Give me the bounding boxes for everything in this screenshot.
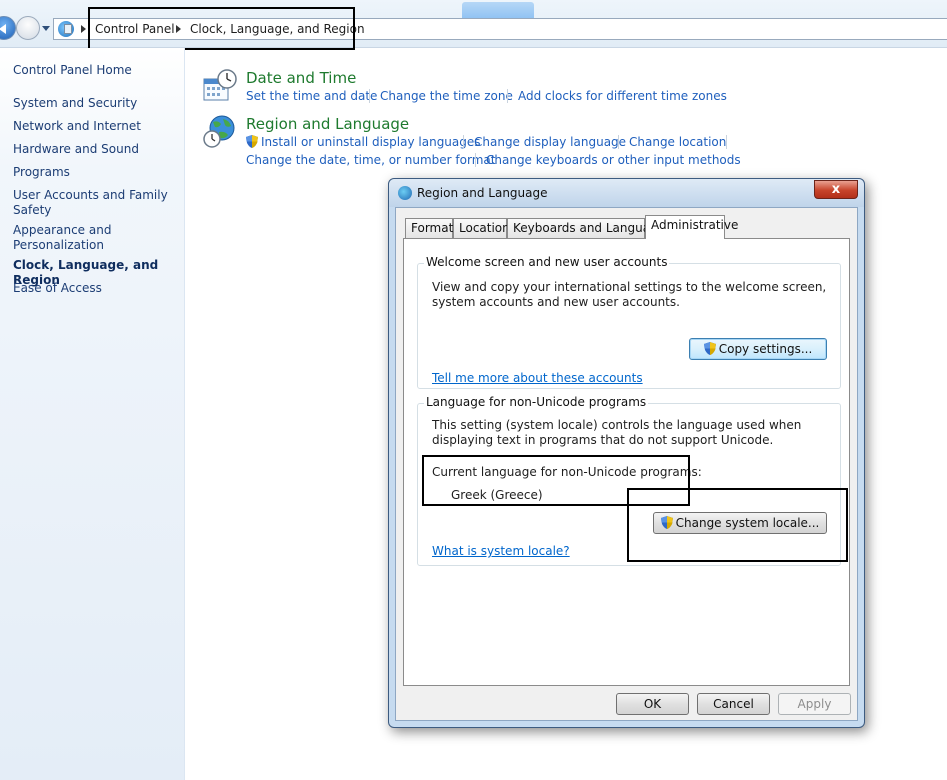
globe-icon	[398, 186, 412, 200]
breadcrumb-arrow-icon[interactable]	[81, 25, 86, 33]
date-and-time-title[interactable]: Date and Time	[246, 69, 356, 87]
link-separator	[507, 89, 508, 103]
welcome-description: View and copy your international setting…	[432, 280, 827, 309]
region-and-language-title[interactable]: Region and Language	[246, 115, 409, 133]
recent-pages-dropdown-icon[interactable]	[42, 26, 50, 31]
uac-shield-icon	[246, 135, 258, 148]
control-panel-icon	[58, 21, 74, 37]
change-keyboards-link[interactable]: Change keyboards or other input methods	[486, 153, 741, 167]
annotation-box-breadcrumb	[88, 7, 355, 50]
system-locale-description: This setting (system locale) controls th…	[432, 418, 802, 447]
link-separator	[369, 89, 370, 103]
tell-me-more-link[interactable]: Tell me more about these accounts	[432, 371, 643, 385]
calendar-clock-icon[interactable]	[203, 69, 237, 103]
welcome-screen-group: Welcome screen and new user accounts Vie…	[417, 255, 841, 389]
cancel-button[interactable]: Cancel	[697, 693, 770, 715]
change-time-zone-link[interactable]: Change the time zone	[380, 89, 513, 103]
link-separator	[618, 135, 619, 149]
non-unicode-group-label: Language for non-Unicode programs	[424, 395, 649, 409]
nav-hardware-and-sound[interactable]: Hardware and Sound	[13, 142, 178, 157]
nav-programs[interactable]: Programs	[13, 165, 178, 180]
nav-system-and-security[interactable]: System and Security	[13, 96, 178, 111]
link-separator	[726, 135, 727, 149]
nav-ease-of-access[interactable]: Ease of Access	[13, 281, 178, 296]
tab-location[interactable]: Location	[453, 218, 510, 238]
forward-button[interactable]	[16, 16, 40, 40]
tab-keyboards-and-languages[interactable]: Keyboards and Languages	[507, 218, 671, 238]
set-time-date-link[interactable]: Set the time and date	[246, 89, 377, 103]
install-display-languages-label: Install or uninstall display languages	[261, 135, 481, 149]
link-separator	[463, 135, 464, 149]
change-display-language-link[interactable]: Change display language	[474, 135, 626, 149]
nav-appearance[interactable]: Appearance and Personalization	[13, 223, 178, 253]
tab-administrative[interactable]: Administrative	[645, 215, 738, 239]
copy-settings-label: Copy settings...	[718, 342, 813, 356]
nav-user-accounts[interactable]: User Accounts and Family Safety	[13, 188, 178, 218]
uac-shield-icon	[703, 342, 716, 355]
link-separator	[475, 153, 476, 167]
apply-button[interactable]: Apply	[778, 693, 851, 715]
nav-network-and-internet[interactable]: Network and Internet	[13, 119, 178, 134]
add-clocks-link[interactable]: Add clocks for different time zones	[518, 89, 727, 103]
back-button[interactable]	[0, 16, 16, 40]
install-display-languages-link[interactable]: Install or uninstall display languages	[246, 135, 481, 149]
ok-button[interactable]: OK	[616, 693, 689, 715]
dialog-titlebar[interactable]: Region and Language x	[389, 179, 864, 207]
globe-clock-icon[interactable]	[203, 115, 237, 149]
left-navigation-pane: Control Panel Home System and Security N…	[0, 48, 185, 780]
copy-settings-button[interactable]: Copy settings...	[689, 338, 827, 360]
tab-formats[interactable]: Formats	[405, 218, 460, 238]
annotation-box-change-locale	[627, 488, 848, 562]
change-format-link[interactable]: Change the date, time, or number format	[246, 153, 495, 167]
nav-control-panel-home[interactable]: Control Panel Home	[13, 63, 178, 78]
change-location-link[interactable]: Change location	[629, 135, 726, 149]
welcome-group-label: Welcome screen and new user accounts	[424, 255, 670, 269]
what-is-system-locale-link[interactable]: What is system locale?	[432, 544, 570, 558]
dialog-title: Region and Language	[417, 186, 548, 200]
region-language-dialog: Region and Language x Formats Location K…	[388, 178, 865, 728]
close-button[interactable]: x	[814, 180, 858, 199]
